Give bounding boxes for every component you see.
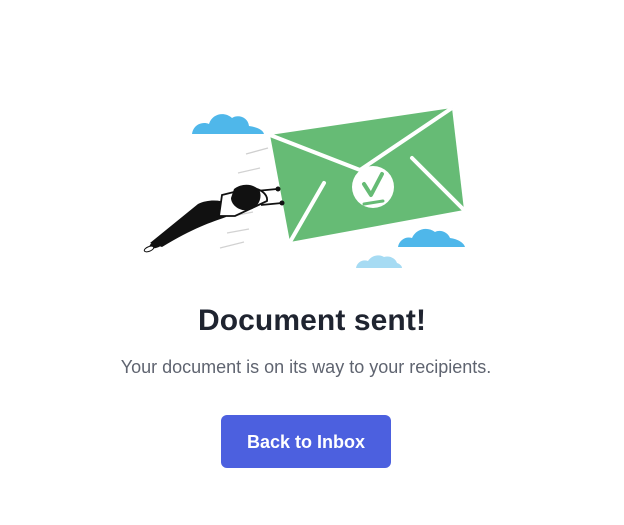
flying-envelope-illustration (143, 106, 466, 268)
success-title: Document sent! (197, 304, 427, 337)
envelope-icon (269, 106, 466, 244)
cloud-small-bottom-icon (356, 255, 402, 268)
back-to-inbox-button[interactable]: Back to Inbox (221, 415, 391, 468)
success-message: Your document is on its way to your reci… (120, 357, 492, 377)
flying-person-figure (143, 184, 285, 253)
document-sent-page: Document sent! Your document is on its w… (0, 0, 624, 525)
cloud-right-icon (398, 228, 465, 247)
cloud-top-left-icon (192, 114, 264, 134)
